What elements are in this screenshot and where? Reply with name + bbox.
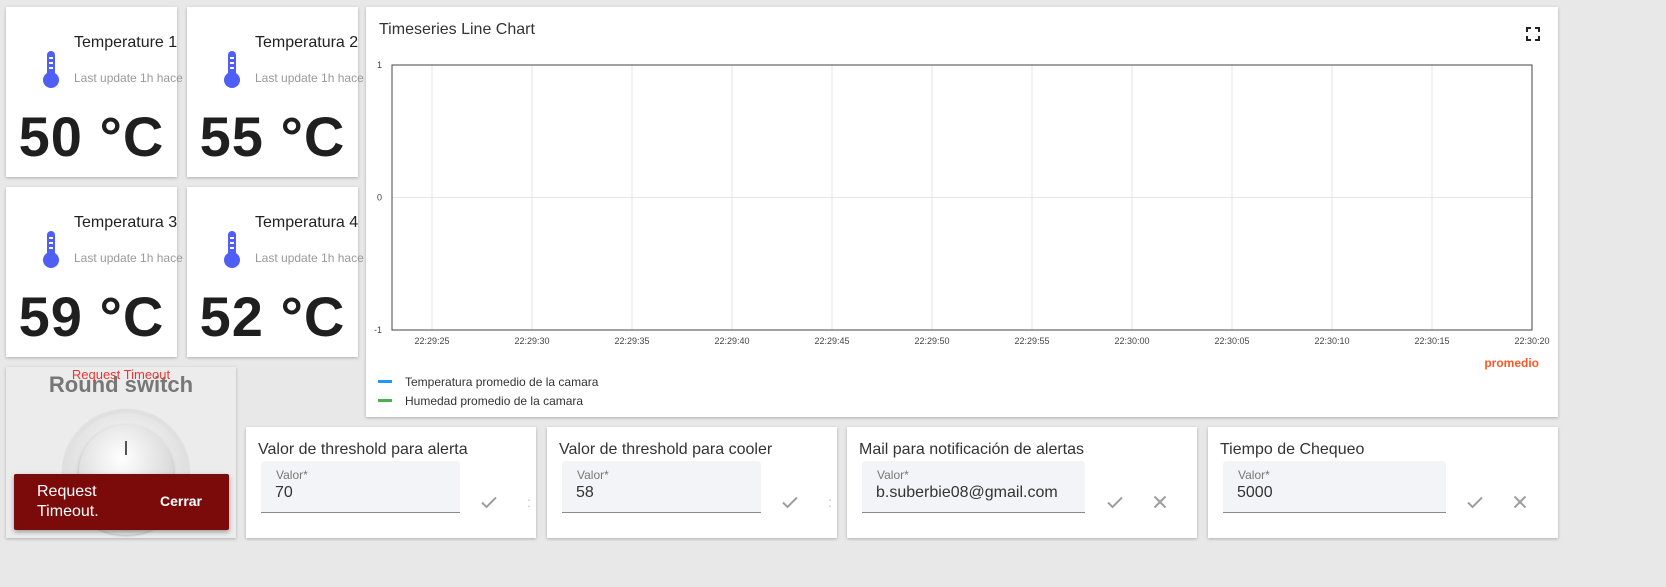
knob-indicator <box>125 441 127 455</box>
x-tick-label: 22:29:25 <box>414 336 449 346</box>
value-input[interactable] <box>275 484 455 502</box>
thermometer-icon <box>224 231 240 268</box>
check-icon[interactable] <box>1463 490 1487 514</box>
x-tick-label: 22:29:45 <box>814 336 849 346</box>
card-subtitle: Last update 1h hace <box>74 251 183 265</box>
input-card-title: Tiempo de Chequeo <box>1220 441 1365 458</box>
alert-mail-card: Mail para notificación de alertas Valor* <box>847 427 1197 538</box>
legend-item[interactable]: Temperatura promedio de la camara <box>378 372 598 391</box>
legend-label: Temperatura promedio de la camara <box>405 374 599 389</box>
y-tick-label: -1 <box>374 325 382 335</box>
timeseries-chart-card: Timeseries Line Chart 1 0 -1 22:29:25 22:29:… <box>366 7 1558 417</box>
temperature-value: 59 °C <box>18 285 165 348</box>
field-label: Valor* <box>276 468 308 482</box>
field-label: Valor* <box>1238 468 1270 482</box>
check-icon[interactable] <box>477 490 501 514</box>
temperature-card-4: Temperatura 4 Last update 1h hace 52 °C <box>187 187 364 357</box>
snackbar-message: Request Timeout. <box>37 483 99 520</box>
check-icon[interactable] <box>778 490 802 514</box>
x-tick-label: 22:29:50 <box>914 336 949 346</box>
temperature-card-2: Temperatura 2 Last update 1h hace 55 °C <box>187 7 364 177</box>
x-tick-label: 22:29:35 <box>614 336 649 346</box>
input-card-title: Mail para notificación de alertas <box>859 441 1085 458</box>
legend-swatch <box>378 399 392 402</box>
card-subtitle: Last update 1h hace <box>255 251 364 265</box>
x-tick-label: 22:30:05 <box>1214 336 1249 346</box>
threshold-cooler-card: Valor de threshold para cooler Valor* : <box>547 427 837 538</box>
thermometer-icon <box>43 51 59 88</box>
value-field[interactable]: Valor* <box>261 461 460 513</box>
close-icon[interactable] <box>1508 490 1532 514</box>
check-icon[interactable] <box>1103 490 1127 514</box>
thermometer-icon <box>224 51 240 88</box>
input-card-title: Valor de threshold para cooler <box>559 441 773 458</box>
temperature-card-1: Temperature 1 Last update 1h hace 50 °C <box>6 7 183 177</box>
value-input[interactable] <box>1237 484 1442 502</box>
overflow-marker: : <box>828 494 832 510</box>
temperature-value: 52 °C <box>199 285 346 348</box>
temperature-value: 55 °C <box>199 105 346 168</box>
chart-legend: Temperatura promedio de la camara Humeda… <box>378 372 598 410</box>
line-chart: 1 0 -1 22:29:25 22:29:30 22:29:35 22:29:40 22:2… <box>374 60 1550 346</box>
x-tick-label: 22:30:00 <box>1114 336 1149 346</box>
temperature-value: 50 °C <box>18 105 165 168</box>
legend-swatch <box>378 380 392 383</box>
card-title: Temperatura 4 <box>255 214 359 231</box>
legend-label: Humedad promedio de la camara <box>405 393 584 408</box>
switch-error-text: Request Timeout <box>71 367 171 382</box>
card-subtitle: Last update 1h hace <box>74 71 183 85</box>
value-input[interactable] <box>876 484 1081 502</box>
close-icon[interactable] <box>1148 490 1172 514</box>
check-interval-card: Tiempo de Chequeo Valor* <box>1208 427 1558 538</box>
field-label: Valor* <box>577 468 609 482</box>
x-tick-label: 22:29:55 <box>1014 336 1049 346</box>
x-tick-label: 22:29:30 <box>514 336 549 346</box>
card-title: Temperatura 2 <box>255 34 359 51</box>
chart-aux-label: promedio <box>1484 356 1539 370</box>
card-title: Temperature 1 <box>74 34 178 51</box>
x-tick-label: 22:30:20 <box>1514 336 1549 346</box>
value-input[interactable] <box>576 484 756 502</box>
value-field[interactable]: Valor* <box>862 461 1085 513</box>
x-tick-label: 22:29:40 <box>714 336 749 346</box>
field-label: Valor* <box>877 468 909 482</box>
legend-item[interactable]: Humedad promedio de la camara <box>378 391 598 410</box>
y-tick-label: 1 <box>377 60 382 70</box>
threshold-alert-card: Valor de threshold para alerta Valor* : <box>246 427 536 538</box>
input-card-title: Valor de threshold para alerta <box>258 441 468 458</box>
y-tick-label: 0 <box>377 193 382 203</box>
thermometer-icon <box>43 231 59 268</box>
snackbar-close-button[interactable]: Cerrar <box>160 493 202 509</box>
card-subtitle: Last update 1h hace <box>255 71 364 85</box>
value-field[interactable]: Valor* <box>1223 461 1446 513</box>
value-field[interactable]: Valor* <box>562 461 761 513</box>
x-tick-label: 22:30:10 <box>1314 336 1349 346</box>
x-tick-label: 22:30:15 <box>1414 336 1449 346</box>
overflow-marker: : <box>527 494 531 510</box>
temperature-card-3: Temperatura 3 Last update 1h hace 59 °C <box>6 187 183 357</box>
card-title: Temperatura 3 <box>74 214 178 231</box>
error-snackbar: Request Timeout. Cerrar <box>14 474 229 530</box>
